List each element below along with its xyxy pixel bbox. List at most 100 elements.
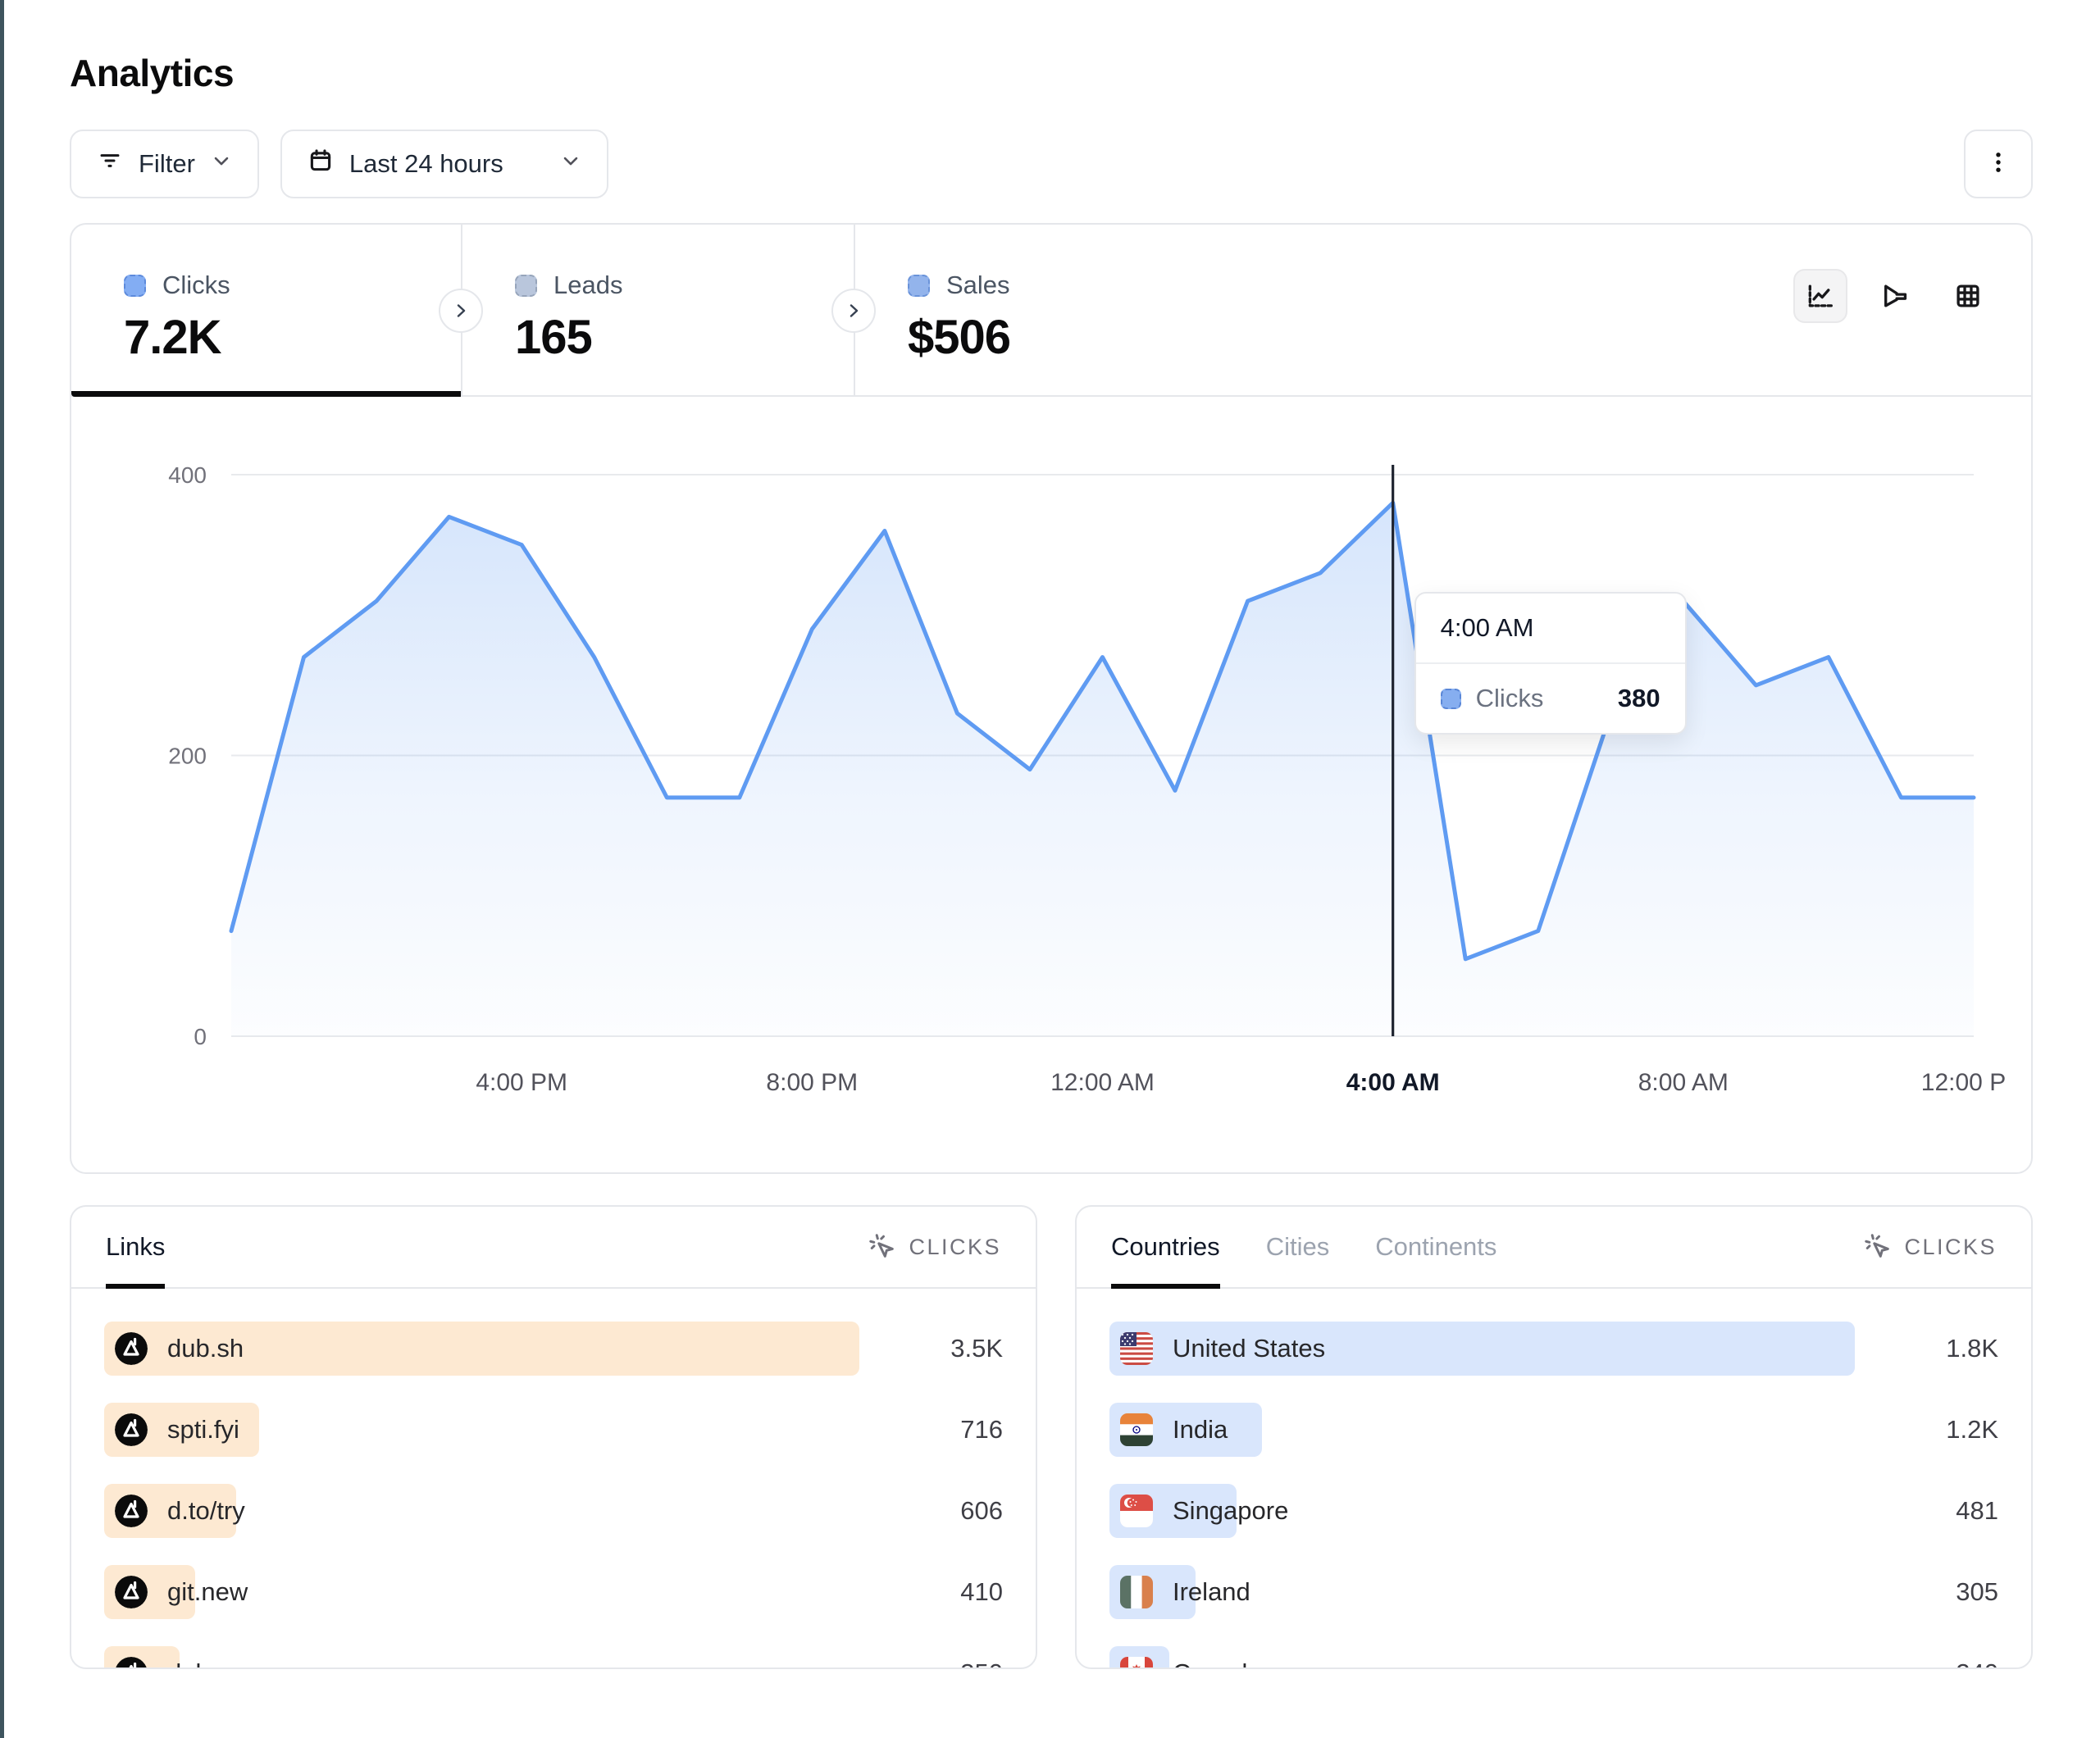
- tab-clicks[interactable]: Clicks 7.2K: [71, 225, 461, 395]
- chevron-down-icon: [210, 149, 233, 179]
- link-label: git.new: [167, 1577, 248, 1607]
- country-row-content: Canada: [1109, 1646, 1262, 1669]
- countries-panel: Countries Cities Continents CLICKS U: [1075, 1205, 2033, 1669]
- x-axis-tick: 8:00 PM: [766, 1069, 858, 1096]
- kebab-menu-icon: [1984, 148, 2012, 180]
- filter-icon: [96, 147, 124, 181]
- link-value: 606: [960, 1484, 1003, 1538]
- table-view-button[interactable]: [1941, 269, 1995, 323]
- page-title: Analytics: [70, 51, 2033, 95]
- link-label: d.to/try: [167, 1496, 245, 1526]
- cities-tab-label: Cities: [1266, 1232, 1330, 1262]
- tab-leads[interactable]: Leads 165: [461, 225, 854, 395]
- expand-clicks-button[interactable]: [439, 289, 483, 333]
- dub-logo-icon: [115, 1413, 148, 1446]
- link-label: dub.sh: [167, 1334, 244, 1363]
- country-label: Singapore: [1173, 1496, 1288, 1526]
- tab-countries[interactable]: Countries: [1111, 1207, 1220, 1287]
- links-panel: Links CLICKS dub.sh 3.5K spti.fyi 716 d.to…: [70, 1205, 1037, 1669]
- toolbar: Filter Last 24 hours: [70, 130, 2033, 198]
- singapore-flag-icon: [1120, 1495, 1153, 1527]
- dub-logo-icon: [115, 1576, 148, 1608]
- country-row[interactable]: United States1.8K: [1109, 1322, 1998, 1376]
- line-chart-view-button[interactable]: [1793, 269, 1847, 323]
- leads-tab-label: Leads: [553, 271, 622, 300]
- country-row-content: Singapore: [1109, 1484, 1288, 1538]
- cursor-click-icon: [868, 1232, 897, 1262]
- funnel-chart-icon: [1879, 280, 1910, 312]
- date-range-button[interactable]: Last 24 hours: [280, 130, 608, 198]
- clicks-swatch-icon: [124, 275, 146, 297]
- more-options-button[interactable]: [1964, 130, 2033, 198]
- link-row[interactable]: git.new410: [104, 1565, 1003, 1619]
- line-chart-icon: [1805, 280, 1836, 312]
- country-row-content: United States: [1109, 1322, 1325, 1376]
- tab-cities[interactable]: Cities: [1266, 1207, 1330, 1287]
- country-label: Ireland: [1173, 1577, 1250, 1607]
- countries-list: United States1.8K India1.2K Singapore 481…: [1077, 1289, 2031, 1669]
- link-row[interactable]: dub.co350: [104, 1646, 1003, 1669]
- dub-logo-icon: [115, 1495, 148, 1527]
- leads-tab-value: 165: [515, 310, 854, 365]
- x-axis-tick: 12:00 AM: [1050, 1069, 1155, 1096]
- tooltip-value: 380: [1618, 684, 1660, 713]
- chart-canvas[interactable]: 02004004:00 PM8:00 PM12:00 AM4:00 AM8:00…: [96, 397, 2007, 1174]
- y-axis-tick: 0: [194, 1024, 207, 1049]
- us-flag-icon: [1120, 1332, 1153, 1365]
- chevron-right-icon: [844, 301, 863, 321]
- link-label: spti.fyi: [167, 1415, 239, 1445]
- table-grid-icon: [1952, 280, 1984, 312]
- funnel-chart-view-button[interactable]: [1867, 269, 1921, 323]
- filter-button-label: Filter: [139, 149, 195, 179]
- dub-logo-icon: [115, 1495, 148, 1527]
- us-flag-icon: [1120, 1332, 1153, 1365]
- sales-tab-label: Sales: [946, 271, 1010, 300]
- link-row[interactable]: dub.sh 3.5K: [104, 1322, 1003, 1376]
- tab-continents[interactable]: Continents: [1375, 1207, 1496, 1287]
- country-row[interactable]: India1.2K: [1109, 1403, 1998, 1457]
- country-value: 481: [1956, 1484, 1998, 1538]
- x-axis-tick: 8:00 AM: [1638, 1069, 1729, 1096]
- countries-panel-header: Countries Cities Continents CLICKS: [1077, 1207, 2031, 1289]
- tooltip-time: 4:00 AM: [1416, 594, 1685, 664]
- expand-leads-button[interactable]: [831, 289, 876, 333]
- dub-logo-icon: [115, 1332, 148, 1365]
- clicks-timeseries-chart[interactable]: 02004004:00 PM8:00 PM12:00 AM4:00 AM8:00…: [96, 397, 2007, 1174]
- country-row[interactable]: Singapore 481: [1109, 1484, 1998, 1538]
- ie-flag-icon: [1120, 1576, 1153, 1608]
- y-axis-tick: 200: [168, 744, 207, 769]
- dub-logo-icon: [115, 1332, 148, 1365]
- country-row[interactable]: Canada240: [1109, 1646, 1998, 1669]
- link-row[interactable]: spti.fyi 716: [104, 1403, 1003, 1457]
- chart-view-switcher: [1793, 269, 1995, 323]
- area-fill: [231, 503, 1974, 1036]
- country-value: 305: [1956, 1565, 1998, 1619]
- leads-swatch-icon: [515, 275, 537, 297]
- x-axis-tick: 4:00 AM: [1346, 1069, 1440, 1096]
- link-row-content: dub.sh: [104, 1322, 244, 1376]
- calendar-icon: [307, 147, 335, 181]
- india-flag-icon: [1120, 1413, 1153, 1446]
- country-row[interactable]: Ireland 305: [1109, 1565, 1998, 1619]
- tab-links[interactable]: Links: [106, 1207, 165, 1287]
- link-row-content: dub.co: [104, 1646, 244, 1669]
- countries-metric-selector[interactable]: CLICKS: [1863, 1232, 1997, 1262]
- in-flag-icon: [1120, 1413, 1153, 1446]
- country-label: United States: [1173, 1334, 1325, 1363]
- link-value: 3.5K: [950, 1322, 1003, 1376]
- stats-tabs: Clicks 7.2K Leads 165 Sales $506: [71, 225, 2031, 397]
- link-row[interactable]: d.to/try 606: [104, 1484, 1003, 1538]
- clicks-tab-label: Clicks: [162, 271, 230, 300]
- date-range-label: Last 24 hours: [349, 149, 503, 179]
- links-panel-header: Links CLICKS: [71, 1207, 1036, 1289]
- canada-flag-icon: [1120, 1657, 1153, 1669]
- countries-tab-label: Countries: [1111, 1232, 1220, 1262]
- link-value: 716: [960, 1403, 1003, 1457]
- links-metric-selector[interactable]: CLICKS: [868, 1232, 1001, 1262]
- y-axis-tick: 400: [168, 462, 207, 488]
- sales-swatch-icon: [908, 275, 930, 297]
- chevron-right-icon: [451, 301, 471, 321]
- filter-button[interactable]: Filter: [70, 130, 259, 198]
- country-label: India: [1173, 1415, 1228, 1445]
- link-label: dub.co: [167, 1658, 244, 1669]
